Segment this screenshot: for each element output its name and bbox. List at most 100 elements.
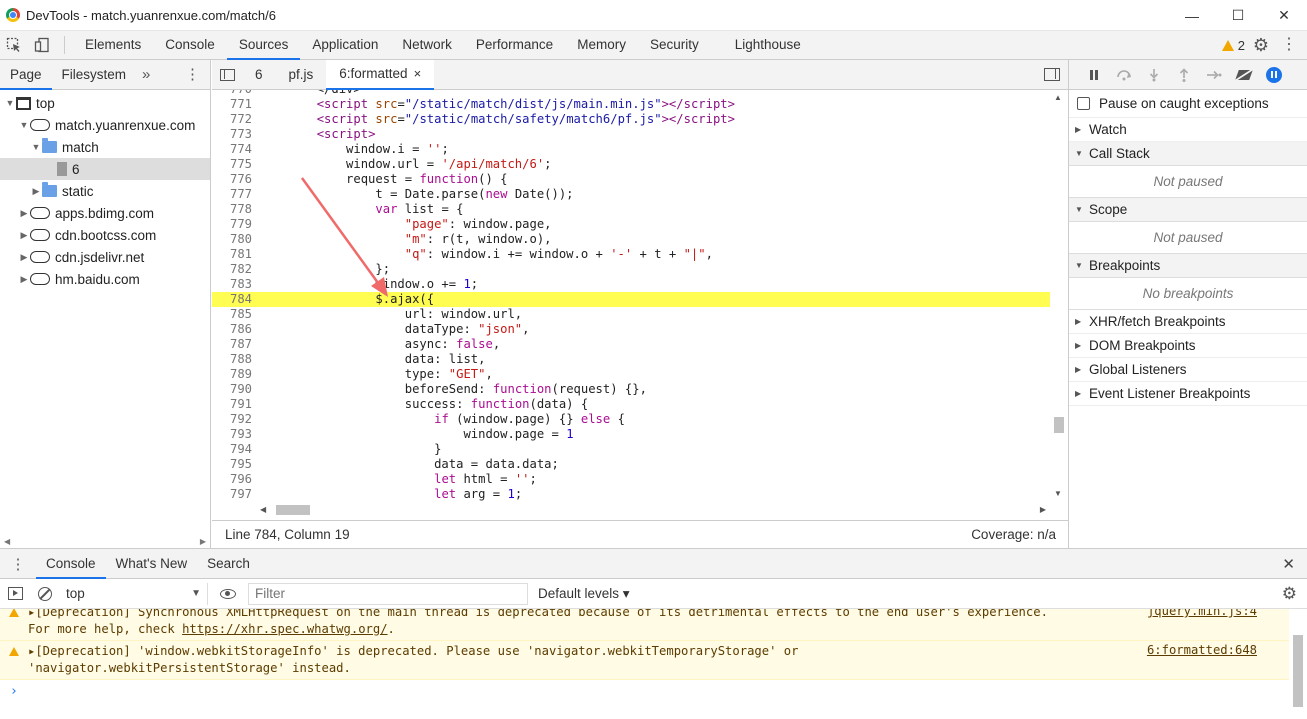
step-button[interactable] bbox=[1199, 60, 1229, 90]
code-line[interactable]: 787 async: false, bbox=[212, 337, 1050, 352]
live-expression-button[interactable] bbox=[208, 588, 248, 599]
tree-item-domain[interactable]: ▶ apps.bdimg.com bbox=[0, 202, 210, 224]
scroll-thumb[interactable] bbox=[276, 505, 310, 515]
pane-call-stack[interactable]: ▼ Call Stack bbox=[1069, 142, 1307, 166]
close-tab-icon[interactable]: × bbox=[414, 59, 422, 89]
scroll-right-icon[interactable]: ▶ bbox=[1040, 505, 1046, 514]
step-over-button[interactable] bbox=[1109, 60, 1139, 90]
line-number[interactable]: 793 bbox=[212, 427, 256, 442]
maximize-button[interactable]: ☐ bbox=[1215, 0, 1261, 31]
drawer-menu-icon[interactable]: ⋮ bbox=[0, 555, 36, 573]
console-prompt[interactable]: › bbox=[0, 680, 1289, 704]
drawer-tab-whats-new[interactable]: What's New bbox=[106, 549, 198, 579]
code-line[interactable]: 790 beforeSend: function(request) {}, bbox=[212, 382, 1050, 397]
pause-on-caught-row[interactable]: Pause on caught exceptions bbox=[1069, 90, 1307, 118]
code-line[interactable]: 774 window.i = ''; bbox=[212, 142, 1050, 157]
line-number[interactable]: 787 bbox=[212, 337, 256, 352]
scroll-left-icon[interactable]: ◀ bbox=[260, 505, 266, 514]
code-line[interactable]: 791 success: function(data) { bbox=[212, 397, 1050, 412]
code-line[interactable]: 771 <script src="/static/match/dist/js/m… bbox=[212, 97, 1050, 112]
log-levels-dropdown[interactable]: Default levels ▾ bbox=[538, 586, 630, 602]
line-number[interactable]: 783 bbox=[212, 277, 256, 292]
tab-application[interactable]: Application bbox=[300, 31, 390, 59]
pane-dom-breakpoints[interactable]: ▶ DOM Breakpoints bbox=[1069, 334, 1307, 358]
tree-item-domain[interactable]: ▼ match.yuanrenxue.com bbox=[0, 114, 210, 136]
line-number[interactable]: 770 bbox=[212, 90, 256, 97]
line-number[interactable]: 784 bbox=[212, 292, 256, 307]
code-line[interactable]: 789 type: "GET", bbox=[212, 367, 1050, 382]
close-window-button[interactable]: ✕ bbox=[1261, 0, 1307, 31]
code-line[interactable]: 793 window.page = 1 bbox=[212, 427, 1050, 442]
line-number[interactable]: 786 bbox=[212, 322, 256, 337]
console-sidebar-button[interactable] bbox=[0, 579, 30, 609]
scroll-up-icon[interactable]: ▲ bbox=[1054, 93, 1062, 102]
code-line[interactable]: 795 data = data.data; bbox=[212, 457, 1050, 472]
toggle-navigator-icon[interactable] bbox=[212, 60, 242, 90]
inspect-element-icon[interactable] bbox=[0, 31, 28, 59]
tab-console[interactable]: Console bbox=[153, 31, 227, 59]
drawer-tab-console[interactable]: Console bbox=[36, 549, 106, 579]
tree-item-domain[interactable]: ▶ cdn.jsdelivr.net bbox=[0, 246, 210, 268]
console-filter-input[interactable] bbox=[248, 582, 528, 605]
line-number[interactable]: 775 bbox=[212, 157, 256, 172]
tab-performance[interactable]: Performance bbox=[464, 31, 565, 59]
pause-on-exceptions-button[interactable] bbox=[1259, 60, 1289, 90]
help-link[interactable]: https://xhr.spec.whatwg.org/ bbox=[182, 622, 387, 636]
tree-item-top[interactable]: ▼ top bbox=[0, 92, 210, 114]
editor-hscrollbar[interactable]: ◀ ▶ bbox=[256, 502, 1050, 518]
warnings-counter[interactable]: 2 bbox=[1221, 31, 1245, 60]
pane-breakpoints[interactable]: ▼ Breakpoints bbox=[1069, 254, 1307, 278]
pause-on-caught-checkbox[interactable] bbox=[1077, 97, 1090, 110]
tree-item-folder-match[interactable]: ▼ match bbox=[0, 136, 210, 158]
code-line[interactable]: 786 dataType: "json", bbox=[212, 322, 1050, 337]
code-line[interactable]: 788 data: list, bbox=[212, 352, 1050, 367]
tree-item-domain[interactable]: ▶ hm.baidu.com bbox=[0, 268, 210, 290]
context-selector[interactable]: top ▼ bbox=[60, 582, 208, 605]
tree-item-folder-static[interactable]: ▶ static bbox=[0, 180, 210, 202]
console-settings-icon[interactable]: ⚙ bbox=[1282, 584, 1297, 604]
pane-event-listener-breakpoints[interactable]: ▶ Event Listener Breakpoints bbox=[1069, 382, 1307, 406]
code-line[interactable]: 772 <script src="/static/match/safety/ma… bbox=[212, 112, 1050, 127]
code-line[interactable]: 783 window.o += 1; bbox=[212, 277, 1050, 292]
line-number[interactable]: 776 bbox=[212, 172, 256, 187]
line-number[interactable]: 771 bbox=[212, 97, 256, 112]
pane-xhr-breakpoints[interactable]: ▶ XHR/fetch Breakpoints bbox=[1069, 310, 1307, 334]
more-tabs-icon[interactable]: » bbox=[136, 66, 156, 83]
line-number[interactable]: 779 bbox=[212, 217, 256, 232]
line-number[interactable]: 785 bbox=[212, 307, 256, 322]
device-toolbar-icon[interactable] bbox=[28, 31, 56, 59]
code-line[interactable]: 781 "q": window.i += window.o + '-' + t … bbox=[212, 247, 1050, 262]
tab-sources[interactable]: Sources bbox=[226, 31, 301, 60]
code-line-highlighted[interactable]: 784 $.ajax({ bbox=[212, 292, 1050, 307]
line-number[interactable]: 781 bbox=[212, 247, 256, 262]
scroll-thumb[interactable] bbox=[1293, 635, 1303, 707]
code-line[interactable]: 794 } bbox=[212, 442, 1050, 457]
scroll-right-icon[interactable]: ▶ bbox=[200, 537, 206, 546]
code-line[interactable]: 792 if (window.page) {} else { bbox=[212, 412, 1050, 427]
message-source-link[interactable]: 6:formatted:648 bbox=[1147, 643, 1257, 657]
line-number[interactable]: 792 bbox=[212, 412, 256, 427]
tab-memory[interactable]: Memory bbox=[565, 31, 638, 59]
clear-console-button[interactable] bbox=[30, 579, 60, 609]
code-line[interactable]: 773 <script> bbox=[212, 127, 1050, 142]
line-number[interactable]: 788 bbox=[212, 352, 256, 367]
tab-elements[interactable]: Elements bbox=[73, 31, 153, 59]
drawer-tab-search[interactable]: Search bbox=[197, 549, 260, 579]
line-number[interactable]: 772 bbox=[212, 112, 256, 127]
code-line[interactable]: 780 "m": r(t, window.o), bbox=[212, 232, 1050, 247]
tab-security[interactable]: Security bbox=[638, 31, 711, 59]
pane-scope[interactable]: ▼ Scope bbox=[1069, 198, 1307, 222]
line-number[interactable]: 795 bbox=[212, 457, 256, 472]
scroll-thumb[interactable] bbox=[1054, 417, 1064, 433]
line-number[interactable]: 778 bbox=[212, 202, 256, 217]
step-out-button[interactable] bbox=[1169, 60, 1199, 90]
tab-filesystem[interactable]: Filesystem bbox=[52, 60, 137, 90]
line-number[interactable]: 794 bbox=[212, 442, 256, 457]
code-line[interactable]: 778 var list = { bbox=[212, 202, 1050, 217]
coverage-status[interactable]: Coverage: n/a bbox=[971, 527, 1056, 542]
line-number[interactable]: 789 bbox=[212, 367, 256, 382]
deactivate-breakpoints-button[interactable] bbox=[1229, 60, 1259, 90]
settings-gear-icon[interactable]: ⚙ bbox=[1251, 35, 1271, 55]
line-number[interactable]: 790 bbox=[212, 382, 256, 397]
pause-resume-button[interactable] bbox=[1079, 60, 1109, 90]
